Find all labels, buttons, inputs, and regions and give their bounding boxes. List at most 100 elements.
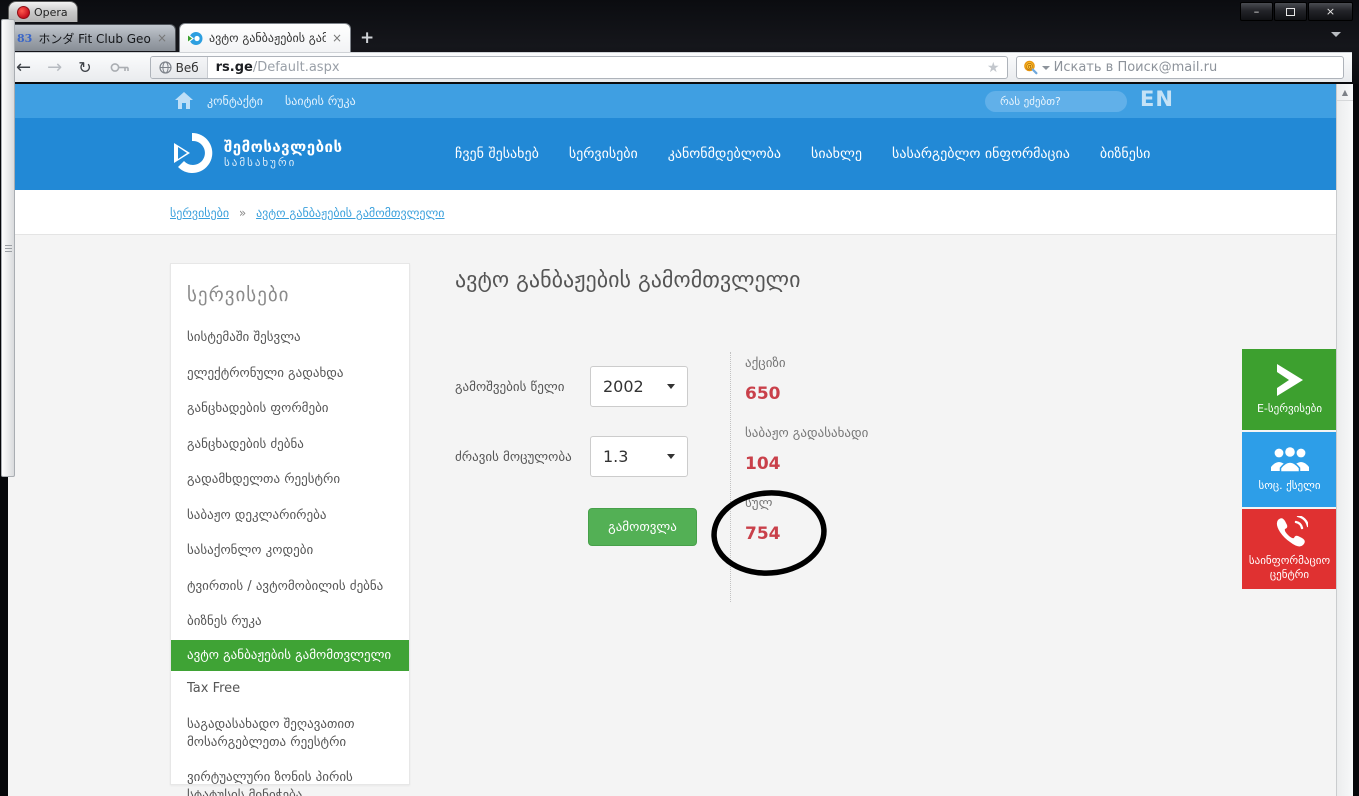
tab-honda-fit-club[interactable]: 83 ホンダ Fit Club Georgia... × <box>8 24 176 51</box>
honda-club-icon: 83 <box>17 31 33 45</box>
calculate-button[interactable]: გამოთვლა <box>588 508 697 546</box>
social-label: სოც. ქსელი <box>1258 478 1321 492</box>
engine-select[interactable]: 1.3 <box>590 436 688 477</box>
logo-line1: შემოსავლების <box>224 137 343 156</box>
breadcrumb-band: სერვისები » ავტო განბაჟების გამომთვლელი <box>8 190 1336 235</box>
site-logo[interactable]: შემოსავლების სამსახური <box>170 131 343 175</box>
services-sidebar: სერვისები სისტემაში შესვლა ელექტრონული გ… <box>170 263 410 796</box>
scrollbar-thumb[interactable] <box>1 19 15 477</box>
browser-toolbar: ← → ↻ Веб rs.ge/Default.aspx ★ @ <box>8 52 1352 82</box>
web-page: კონტაქტი საიტის რუკა EN შემოსავლების სამ… <box>8 84 1336 796</box>
address-bar[interactable]: Веб rs.ge/Default.aspx ★ <box>149 56 1008 79</box>
sidebar-item-application-forms[interactable]: განცხადების ფორმები <box>171 391 409 427</box>
breadcrumb: სერვისები » ავტო განბაჟების გამომთვლელი <box>170 206 445 220</box>
maximize-icon <box>1286 7 1295 16</box>
site-search-input[interactable] <box>1000 95 1145 108</box>
browser-scrollbar[interactable]: ▲ <box>1336 84 1353 796</box>
main-nav: შემოსავლების სამსახური ჩვენ შესახებ სერვ… <box>8 118 1336 190</box>
excise-value: 650 <box>745 384 781 404</box>
excise-label: აქციზი <box>745 356 786 371</box>
maximize-button[interactable] <box>1274 2 1307 21</box>
sidebar-item-tax-free[interactable]: Tax Free <box>171 671 409 707</box>
language-toggle[interactable]: EN <box>1140 87 1174 111</box>
sidebar-item-tax-benefit-registry[interactable]: საგადასახადო შეღავათით მოსარგებლეთა რეეს… <box>171 707 409 760</box>
info-center-label: საინფორმაციო ცენტრი <box>1248 554 1331 581</box>
nav-services[interactable]: სერვისები <box>569 146 638 162</box>
site-search-box[interactable] <box>985 91 1145 112</box>
tab-close-icon[interactable]: × <box>332 31 342 45</box>
sidebar-title: სერვისები <box>187 284 290 306</box>
sidebar-item-auto-calculator[interactable]: ავტო განბაჟების გამომთვლელი <box>171 639 409 672</box>
reload-button[interactable]: ↻ <box>78 59 91 76</box>
results-panel: აქციზი 650 საბაჟო გადასახადი 104 სულ 754 <box>745 356 965 566</box>
breadcrumb-services-link[interactable]: სერვისები <box>170 206 229 220</box>
utility-bar: კონტაქტი საიტის რუკა EN <box>8 84 1336 118</box>
browser-search-input[interactable] <box>1053 60 1337 75</box>
engine-select-value: 1.3 <box>603 447 629 466</box>
nav-links: ჩვენ შესახებ სერვისები კანონმდებლობა სია… <box>455 118 1150 190</box>
sidebar-item-epayment[interactable]: ელექტრონული გადახდა <box>171 356 409 392</box>
revenue-service-logo-icon <box>174 132 213 173</box>
opera-logo-icon <box>17 5 30 19</box>
key-icon[interactable] <box>110 62 130 73</box>
scrollbar-up-icon[interactable]: ▲ <box>1337 84 1353 101</box>
year-field-label: გამოშვების წელი <box>455 380 565 395</box>
eservices-button[interactable]: E-სერვისები <box>1242 349 1336 430</box>
sidebar-item-business-map[interactable]: ბიზნეს რუკა <box>171 604 409 640</box>
nav-business[interactable]: ბიზნესი <box>1100 146 1150 162</box>
social-network-button[interactable]: სოც. ქსელი <box>1242 432 1336 507</box>
sidebar-item-customs-declaration[interactable]: საბაჟო დეკლარირება <box>171 498 409 534</box>
sidebar-item-login[interactable]: სისტემაში შესვლა <box>171 320 409 356</box>
nav-about[interactable]: ჩვენ შესახებ <box>455 146 539 162</box>
logo-text: შემოსავლების სამსახური <box>224 138 343 169</box>
forward-button[interactable]: → <box>47 58 62 77</box>
results-divider <box>730 352 731 602</box>
close-button[interactable]: × <box>1308 2 1353 21</box>
sidebar-item-application-search[interactable]: განცხადების ძებნა <box>171 427 409 463</box>
sidebar-item-taxpayer-registry[interactable]: გადამხდელთა რეესტრი <box>171 462 409 498</box>
window-controls: – × <box>1239 2 1353 21</box>
sidebar-item-virtual-zone-status[interactable]: ვირტუალური ზონის პირის სტატუსის მინიჭება <box>171 760 409 796</box>
sidebar-item-cargo-car-search[interactable]: ტვირთის / ავტომობილის ძებნა <box>171 569 409 605</box>
info-center-button[interactable]: საინფორმაციო ცენტრი <box>1242 509 1336 589</box>
utility-link-sitemap[interactable]: საიტის რუკა <box>285 94 356 108</box>
url-domain: rs.ge <box>215 60 253 75</box>
nav-legislation[interactable]: კანონმდებლობა <box>668 146 781 162</box>
tab-title: ホンダ Fit Club Georgia... <box>38 31 151 46</box>
chevron-down-icon <box>667 384 675 389</box>
play-icon <box>1276 363 1303 396</box>
opera-menu-label: Opera <box>34 5 68 19</box>
eservices-label: E-სერვისები <box>1256 401 1323 415</box>
minimize-button[interactable]: – <box>1240 2 1273 21</box>
search-engine-chevron-icon[interactable] <box>1041 65 1050 70</box>
page-title: ავტო განბაჟების გამომთვლელი <box>455 268 801 293</box>
tab-close-icon[interactable]: × <box>157 31 167 45</box>
total-value: 754 <box>745 524 781 544</box>
nav-news[interactable]: სიახლე <box>811 146 862 162</box>
browser-search-box[interactable]: @ <box>1015 56 1344 79</box>
customs-tax-value: 104 <box>745 454 781 474</box>
sidebar-item-commodity-codes[interactable]: სასაქონლო კოდები <box>171 533 409 569</box>
logo-line2: სამსახური <box>224 155 297 169</box>
rs-logo-icon <box>188 31 203 45</box>
home-icon[interactable] <box>175 92 193 109</box>
globe-icon <box>158 61 172 74</box>
bookmark-star-icon[interactable]: ★ <box>987 60 1000 76</box>
year-select[interactable]: 2002 <box>590 366 688 407</box>
opera-menu-button[interactable]: Opera <box>8 1 78 22</box>
site-badge[interactable]: Веб <box>150 57 208 78</box>
breadcrumb-separator: » <box>238 206 247 220</box>
breadcrumb-current-link[interactable]: ავტო განბაჟების გამომთვლელი <box>256 206 444 220</box>
back-button[interactable]: ← <box>16 58 31 77</box>
url-path: /Default.aspx <box>252 60 340 75</box>
chevron-down-icon <box>667 454 675 459</box>
url-text[interactable]: rs.ge/Default.aspx <box>216 60 987 75</box>
nav-useful-info[interactable]: სასარგებლო ინფორმაცია <box>892 146 1070 162</box>
mailru-search-icon: @ <box>1023 60 1038 75</box>
phone-icon <box>1276 516 1308 547</box>
users-icon <box>1270 446 1309 473</box>
tab-auto-calculator[interactable]: ავტო განბაჟების გამ... × <box>179 23 351 52</box>
utility-link-contact[interactable]: კონტაქტი <box>207 94 263 108</box>
tab-list-chevron-icon[interactable] <box>1331 32 1341 37</box>
new-tab-button[interactable]: + <box>360 28 374 48</box>
